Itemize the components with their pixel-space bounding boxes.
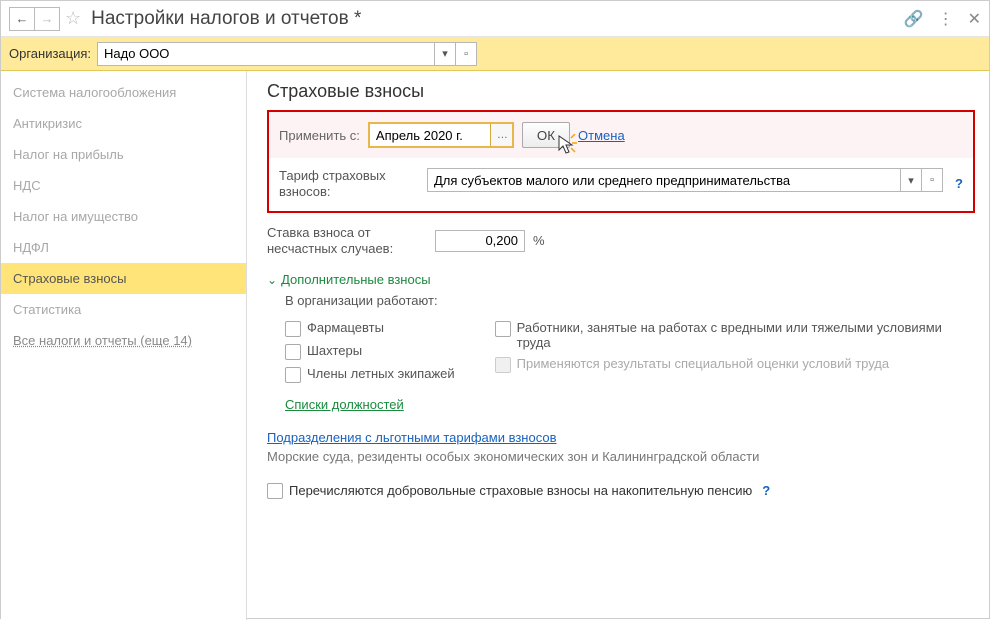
checkbox-hazardous-work[interactable] xyxy=(495,321,511,337)
percent-label: % xyxy=(533,233,545,248)
apply-cancel-link[interactable]: Отмена xyxy=(578,128,625,143)
tariff-open-icon[interactable]: ▫ xyxy=(921,168,943,192)
sidebar-more-link[interactable]: Все налоги и отчеты (еще 14) xyxy=(1,325,246,356)
favorite-star-icon[interactable]: ☆ xyxy=(65,8,81,29)
sidebar-item-vat[interactable]: НДС xyxy=(1,170,246,201)
nav-back-button[interactable]: ← xyxy=(9,7,35,31)
accident-rate-label: Ставка взноса от несчастных случаев: xyxy=(267,225,427,256)
extra-contributions-toggle[interactable]: ⌄ Дополнительные взносы xyxy=(267,272,431,287)
label-miners: Шахтеры xyxy=(307,343,362,358)
accident-rate-row: Ставка взноса от несчастных случаев: % xyxy=(267,225,975,256)
checkbox-miners[interactable] xyxy=(285,344,301,360)
sidebar-item-property-tax[interactable]: Налог на имущество xyxy=(1,201,246,232)
tariff-input[interactable] xyxy=(427,168,901,192)
label-voluntary-pension: Перечисляются добровольные страховые взн… xyxy=(289,483,752,498)
link-icon[interactable]: 🔗 xyxy=(904,9,924,29)
tariff-dropdown-icon[interactable]: ▾ xyxy=(900,168,922,192)
label-pharmacists: Фармацевты xyxy=(307,320,384,335)
workers-subtitle: В организации работают: xyxy=(285,293,975,308)
positions-list-link[interactable]: Списки должностей xyxy=(285,397,404,412)
organization-bar: Организация: ▾ ▫ xyxy=(1,37,989,71)
sidebar-item-statistics[interactable]: Статистика xyxy=(1,294,246,325)
divisions-note: Морские суда, резиденты особых экономиче… xyxy=(267,449,975,464)
page-heading: Страховые взносы xyxy=(267,81,975,102)
tariff-help-icon[interactable]: ? xyxy=(955,176,963,191)
tariff-row: Тариф страховых взносов: ▾ ▫ ? xyxy=(269,158,973,211)
tariff-field[interactable]: ▾ ▫ xyxy=(427,168,943,192)
checkbox-voluntary-pension[interactable] xyxy=(267,483,283,499)
accident-rate-input[interactable] xyxy=(435,230,525,252)
organization-label: Организация: xyxy=(9,46,91,61)
sidebar-item-ndfl[interactable]: НДФЛ xyxy=(1,232,246,263)
sidebar: Система налогообложения Антикризис Налог… xyxy=(1,71,247,620)
sidebar-item-anticrisis[interactable]: Антикризис xyxy=(1,108,246,139)
window-title: Настройки налогов и отчетов * xyxy=(91,8,361,30)
kebab-menu-icon[interactable]: ⋮ xyxy=(938,9,954,29)
checkbox-pharmacists[interactable] xyxy=(285,321,301,337)
extra-contributions-label: Дополнительные взносы xyxy=(281,272,431,287)
sidebar-item-profit-tax[interactable]: Налог на прибыль xyxy=(1,139,246,170)
nav-forward-button[interactable]: → xyxy=(34,7,60,31)
highlighted-settings-block: Применить с: … ОК Отмена xyxy=(267,110,975,213)
sidebar-item-insurance[interactable]: Страховые взносы xyxy=(1,263,246,294)
label-special-assessment: Применяются результаты специальной оценк… xyxy=(517,356,889,371)
apply-from-label: Применить с: xyxy=(279,128,360,143)
organization-field[interactable]: ▾ ▫ xyxy=(97,42,477,66)
label-hazardous-work: Работники, занятые на работах с вредными… xyxy=(517,320,975,350)
apply-date-input[interactable] xyxy=(370,124,490,146)
close-icon[interactable]: ✕ xyxy=(968,9,981,29)
organization-input[interactable] xyxy=(97,42,435,66)
sidebar-item-tax-system[interactable]: Система налогообложения xyxy=(1,77,246,108)
divisions-link[interactable]: Подразделения с льготными тарифами взнос… xyxy=(267,430,557,445)
apply-date-picker-button[interactable]: … xyxy=(490,124,512,146)
chevron-down-icon: ⌄ xyxy=(267,273,277,287)
apply-date-field[interactable]: … xyxy=(368,122,514,148)
organization-open-icon[interactable]: ▫ xyxy=(455,42,477,66)
organization-dropdown-icon[interactable]: ▾ xyxy=(434,42,456,66)
checkbox-special-assessment xyxy=(495,357,511,373)
label-flight-crew: Члены летных экипажей xyxy=(307,366,455,381)
main-panel: Страховые взносы Применить с: … ОК Отмен… xyxy=(247,71,989,620)
apply-from-row: Применить с: … ОК Отмена xyxy=(269,112,973,158)
tariff-label: Тариф страховых взносов: xyxy=(279,168,419,199)
titlebar: ← → ☆ Настройки налогов и отчетов * 🔗 ⋮ … xyxy=(1,1,989,37)
checkbox-flight-crew[interactable] xyxy=(285,367,301,383)
apply-ok-button[interactable]: ОК xyxy=(522,122,570,148)
pension-help-icon[interactable]: ? xyxy=(762,483,770,498)
